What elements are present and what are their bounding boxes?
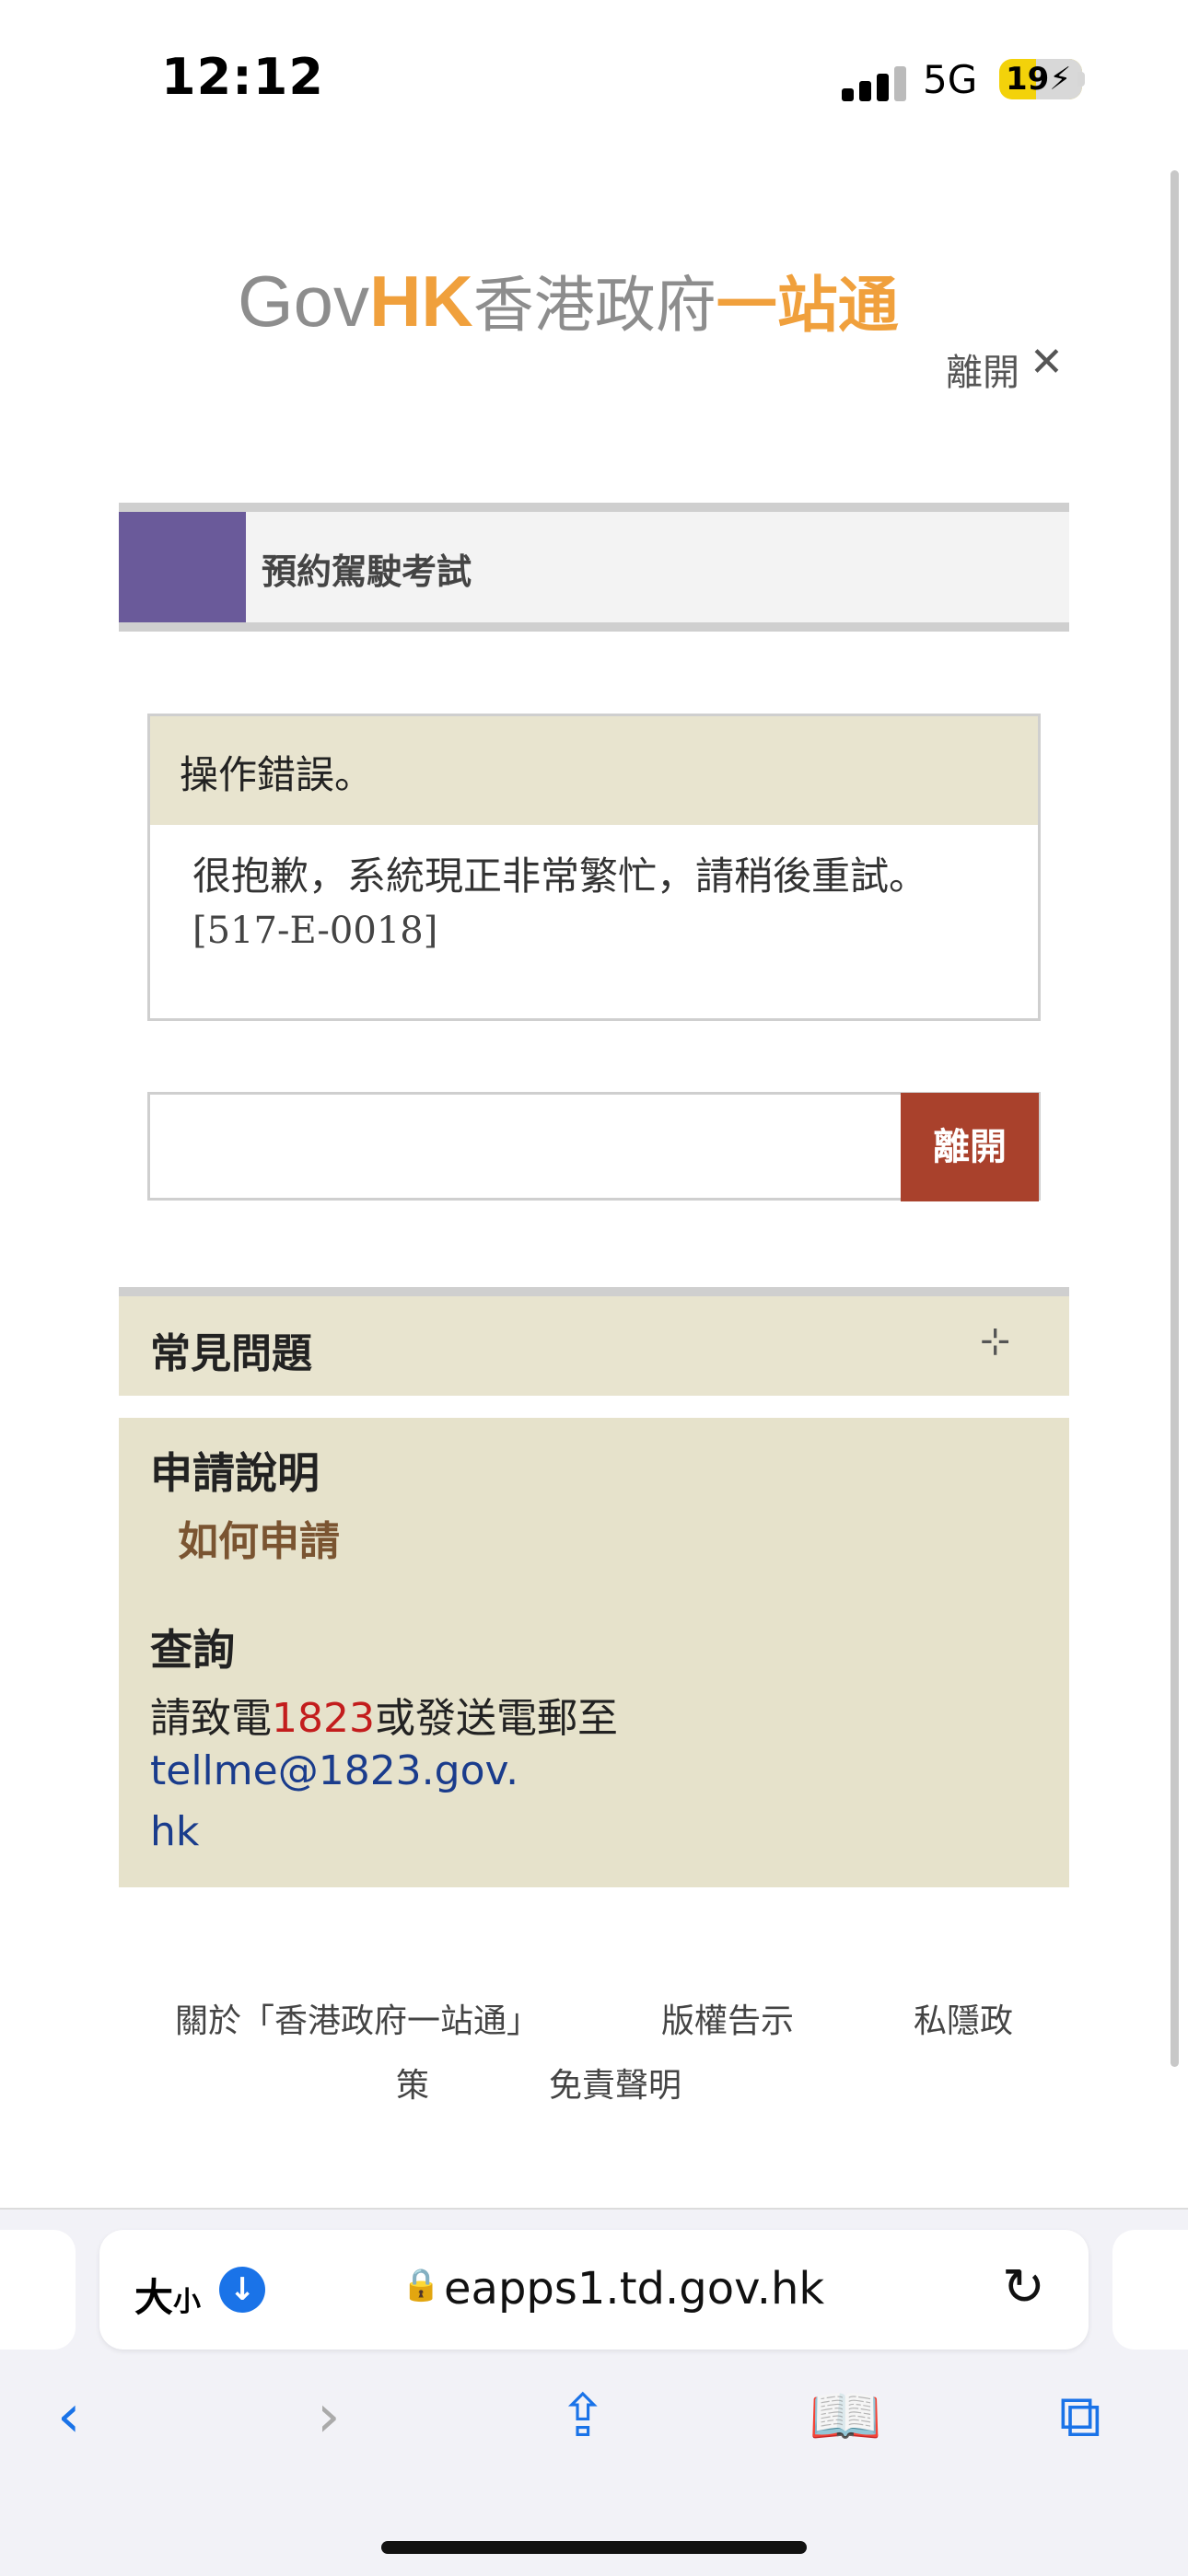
footer-privacy-link[interactable]: 私隱政	[914, 1994, 1013, 2042]
status-bar: 12:12 5G 19⚡	[0, 0, 1188, 157]
error-code: [517-E-0018]	[192, 910, 438, 952]
home-indicator	[381, 2541, 807, 2554]
scrollbar[interactable]	[1171, 170, 1179, 2067]
forward-icon[interactable]: ›	[317, 2385, 341, 2449]
close-icon[interactable]: ✕	[1030, 342, 1064, 383]
email-link[interactable]: tellme@1823.gov.	[150, 1747, 518, 1794]
next-tab-preview[interactable]	[1112, 2230, 1188, 2350]
address-bar[interactable]: 大小 ↓ 🔒 eapps1.td.gov.hk ↻	[99, 2230, 1089, 2350]
header-exit-link[interactable]: 離開	[946, 342, 1019, 396]
exit-button[interactable]: 離開	[901, 1093, 1039, 1201]
error-panel: 操作錯誤。 很抱歉，系統現正非常繁忙，請稍後重試。 [517-E-0018]	[147, 714, 1041, 1021]
footer-disclaimer-link[interactable]: 免責聲明	[549, 2059, 681, 2106]
faq-title: 常見問題	[150, 1330, 312, 1377]
title-accent	[119, 512, 246, 622]
email-link-continued[interactable]: hk	[150, 1808, 199, 1855]
network-type: 5G	[923, 57, 978, 102]
download-icon[interactable]: ↓	[219, 2267, 265, 2313]
contact-text: 請致電1823或發送電郵至	[150, 1695, 618, 1742]
signal-strength-icon	[842, 64, 906, 101]
status-time: 12:12	[161, 48, 324, 106]
back-icon[interactable]: ‹	[57, 2385, 81, 2449]
bookmarks-icon[interactable]: 📖	[809, 2385, 882, 2449]
error-title: 操作錯誤。	[180, 752, 374, 797]
phone-link[interactable]: 1823	[272, 1695, 375, 1742]
faq-header[interactable]: 常見問題 ⊹	[119, 1287, 1069, 1396]
footer-copyright-link[interactable]: 版權告示	[661, 1994, 794, 2042]
share-icon[interactable]: ⇪	[558, 2385, 608, 2449]
previous-tab-preview[interactable]	[0, 2230, 76, 2350]
error-header: 操作錯誤。	[150, 716, 1038, 825]
text-size-button[interactable]: 大小	[134, 2267, 201, 2323]
footer-about-link[interactable]: 關於「香港政府一站通」	[175, 1994, 540, 2042]
page-title-bar: 預約駕駛考試	[119, 503, 1069, 632]
govhk-logo[interactable]: GovHK香港政府一站通	[238, 260, 899, 347]
page-title: 預約駕駛考試	[262, 551, 472, 592]
footer-privacy-link-continued[interactable]: 策	[396, 2059, 429, 2106]
tabs-icon[interactable]: ⧉	[1059, 2385, 1101, 2449]
url-text[interactable]: eapps1.td.gov.hk	[444, 2263, 824, 2315]
battery-level: 19⚡	[1006, 61, 1072, 98]
lock-icon: 🔒	[402, 2267, 441, 2303]
expand-icon[interactable]: ⊹	[980, 1320, 1011, 1363]
reload-icon[interactable]: ↻	[1002, 2257, 1045, 2317]
info-panel: 申請說明 如何申請 查詢 請致電1823或發送電郵至 tellme@1823.g…	[119, 1418, 1069, 1887]
error-message: 很抱歉，系統現正非常繁忙，請稍後重試。	[192, 853, 928, 899]
how-to-apply-link[interactable]: 如何申請	[178, 1508, 340, 1567]
enquiry-heading: 查詢	[150, 1625, 235, 1675]
application-guide-heading: 申請說明	[150, 1448, 320, 1498]
